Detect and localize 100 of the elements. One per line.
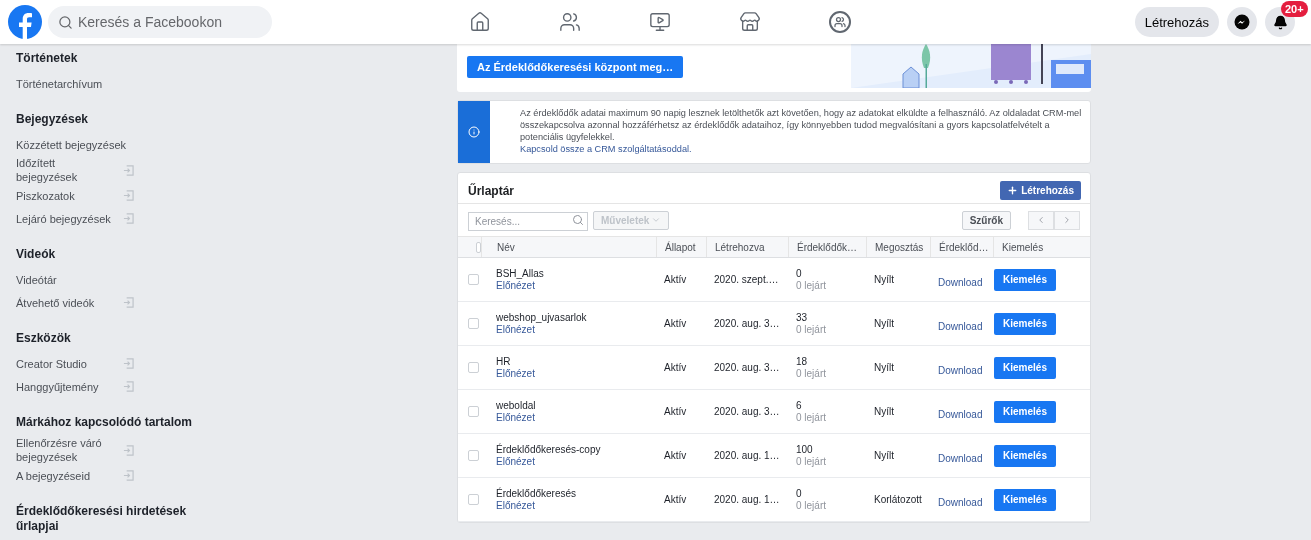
sharing-text: Nyílt: [874, 361, 895, 374]
form-name: webshop_ujvasarlok: [496, 311, 588, 324]
boost-button[interactable]: Kiemelés: [994, 356, 1056, 379]
preview-link[interactable]: Előnézet: [496, 279, 656, 292]
download-link[interactable]: Download: [938, 320, 993, 333]
download-link[interactable]: Download: [938, 408, 993, 421]
sidebar-item[interactable]: Lejáró bejegyzések: [16, 211, 116, 226]
sidebar-item[interactable]: Creator Studio: [16, 356, 116, 371]
status-text: Aktív: [664, 317, 688, 330]
messenger-icon: [1234, 14, 1250, 30]
column-header[interactable]: Név: [497, 241, 515, 253]
filters-button[interactable]: Szűrők: [961, 210, 1011, 230]
column-header[interactable]: Kiemelés: [1002, 241, 1044, 253]
created-date: 2020. aug. 1…: [714, 449, 781, 462]
logo-icon[interactable]: [8, 5, 42, 39]
sidebar-item[interactable]: A bejegyzéseid: [16, 468, 116, 483]
search-field[interactable]: Keresés a Facebookon: [48, 6, 272, 38]
sharing-text: Nyílt: [874, 405, 895, 418]
bell-icon: [1272, 14, 1288, 30]
sidebar-item[interactable]: Videótár: [16, 272, 134, 287]
next-page-button[interactable]: [1054, 210, 1080, 230]
download-link[interactable]: Download: [938, 452, 993, 465]
download-link[interactable]: Download: [938, 276, 993, 289]
lead-count: 0: [796, 267, 803, 280]
sidebar-item[interactable]: Ellenőrzésre váró bejegyzések: [16, 436, 116, 464]
notification-badge: 20+: [1281, 1, 1308, 17]
created-date: 2020. aug. 3…: [714, 361, 781, 374]
created-date: 2020. aug. 3…: [714, 317, 781, 330]
boost-button[interactable]: Kiemelés: [994, 312, 1056, 335]
lead-count: 6: [796, 399, 803, 412]
row-checkbox[interactable]: [468, 406, 479, 417]
status-text: Aktív: [664, 449, 688, 462]
status-text: Aktív: [664, 493, 688, 506]
lead-count: 33: [796, 311, 809, 324]
external-link-icon: [123, 213, 134, 224]
sharing-text: Nyílt: [874, 273, 895, 286]
messenger-button[interactable]: [1227, 7, 1257, 37]
row-checkbox[interactable]: [468, 494, 479, 505]
expired-count: 0 lejárt: [796, 279, 827, 292]
preview-link[interactable]: Előnézet: [496, 323, 656, 336]
plus-icon: [1007, 185, 1019, 196]
sharing-text: Nyílt: [874, 317, 895, 330]
column-header[interactable]: Létrehozva: [715, 241, 765, 253]
row-checkbox[interactable]: [468, 274, 479, 285]
form-name: weboldal: [496, 399, 537, 412]
sidebar-item[interactable]: Időzített bejegyzések: [16, 156, 116, 184]
search-field[interactable]: Keresés...: [468, 211, 588, 231]
sidebar-item[interactable]: Piszkozatok: [16, 188, 116, 203]
column-header[interactable]: Érdeklőd…: [939, 241, 989, 253]
external-link-icon: [123, 190, 134, 201]
card-title: Űrlaptár: [468, 183, 514, 198]
external-link-icon: [123, 381, 134, 392]
preview-link[interactable]: Előnézet: [496, 499, 656, 512]
lead-center-button[interactable]: Az Érdeklődőkeresési központ meg…: [467, 56, 684, 78]
status-text: Aktív: [664, 361, 688, 374]
expired-count: 0 lejárt: [796, 455, 827, 468]
external-link-icon: [123, 358, 134, 369]
sidebar-item[interactable]: Hanggyűjtemény: [16, 379, 116, 394]
create-form-button[interactable]: Létrehozás: [1000, 181, 1081, 200]
expired-count: 0 lejárt: [796, 411, 827, 424]
create-button[interactable]: Létrehozás: [1134, 7, 1219, 37]
info-text: Az érdeklődők adatai maximum 90 napig lesznek letölthetők azt követően, hogy az adatokat elküldte a felhasználó. Az oldaladat CRM-mel összekapcsolva azonnal hozzáférhetsz az érdeklődők adataihoz, így könnyebben tudod megvalósítani a gyors kapcsolatfelvételt a potenciális ügyfelekkel.: [520, 107, 1082, 143]
boost-button[interactable]: Kiemelés: [994, 400, 1056, 423]
preview-link[interactable]: Előnézet: [496, 411, 656, 424]
crm-link[interactable]: Kapcsold össze a CRM szolgáltatásoddal.: [520, 143, 1082, 155]
expired-count: 0 lejárt: [796, 499, 827, 512]
sharing-text: Korlátozott: [874, 493, 923, 506]
external-link-icon: [123, 470, 134, 481]
form-name: BSH_Allas: [496, 267, 545, 280]
created-date: 2020. aug. 1…: [714, 493, 781, 506]
external-link-icon: [123, 297, 134, 308]
boost-button[interactable]: Kiemelés: [994, 268, 1056, 291]
preview-link[interactable]: Előnézet: [496, 367, 656, 380]
sidebar-section-title: Eszközök: [16, 331, 72, 346]
column-header[interactable]: Érdeklődők…: [797, 241, 858, 253]
preview-link[interactable]: Előnézet: [496, 455, 656, 468]
form-name: Érdeklődőkeresés-copy: [496, 443, 602, 456]
lead-count: 0: [796, 487, 803, 500]
column-header[interactable]: Megosztás: [875, 241, 924, 253]
sidebar-section-title: Történetek: [16, 51, 79, 66]
sidebar-item[interactable]: Közzétett bejegyzések: [16, 137, 134, 152]
boost-button[interactable]: Kiemelés: [994, 488, 1056, 511]
row-checkbox[interactable]: [468, 362, 479, 373]
info-icon: [468, 126, 480, 138]
expired-count: 0 lejárt: [796, 367, 827, 380]
sidebar-item[interactable]: Átvehető videók: [16, 295, 116, 310]
download-link[interactable]: Download: [938, 364, 993, 377]
created-date: 2020. aug. 3…: [714, 405, 781, 418]
external-link-icon: [123, 164, 134, 176]
column-header[interactable]: Állapot: [665, 241, 696, 253]
boost-button[interactable]: Kiemelés: [994, 444, 1056, 467]
sidebar-section-title: Videók: [16, 247, 57, 262]
search-icon: [572, 213, 584, 226]
sidebar-section-title: Bejegyzések: [16, 112, 90, 127]
select-all-checkbox[interactable]: [476, 241, 481, 253]
previous-page-button[interactable]: [1028, 210, 1054, 230]
row-checkbox[interactable]: [468, 450, 479, 461]
sidebar-item[interactable]: Történetarchívum: [16, 76, 134, 91]
download-link[interactable]: Download: [938, 496, 993, 509]
row-checkbox[interactable]: [468, 318, 479, 329]
